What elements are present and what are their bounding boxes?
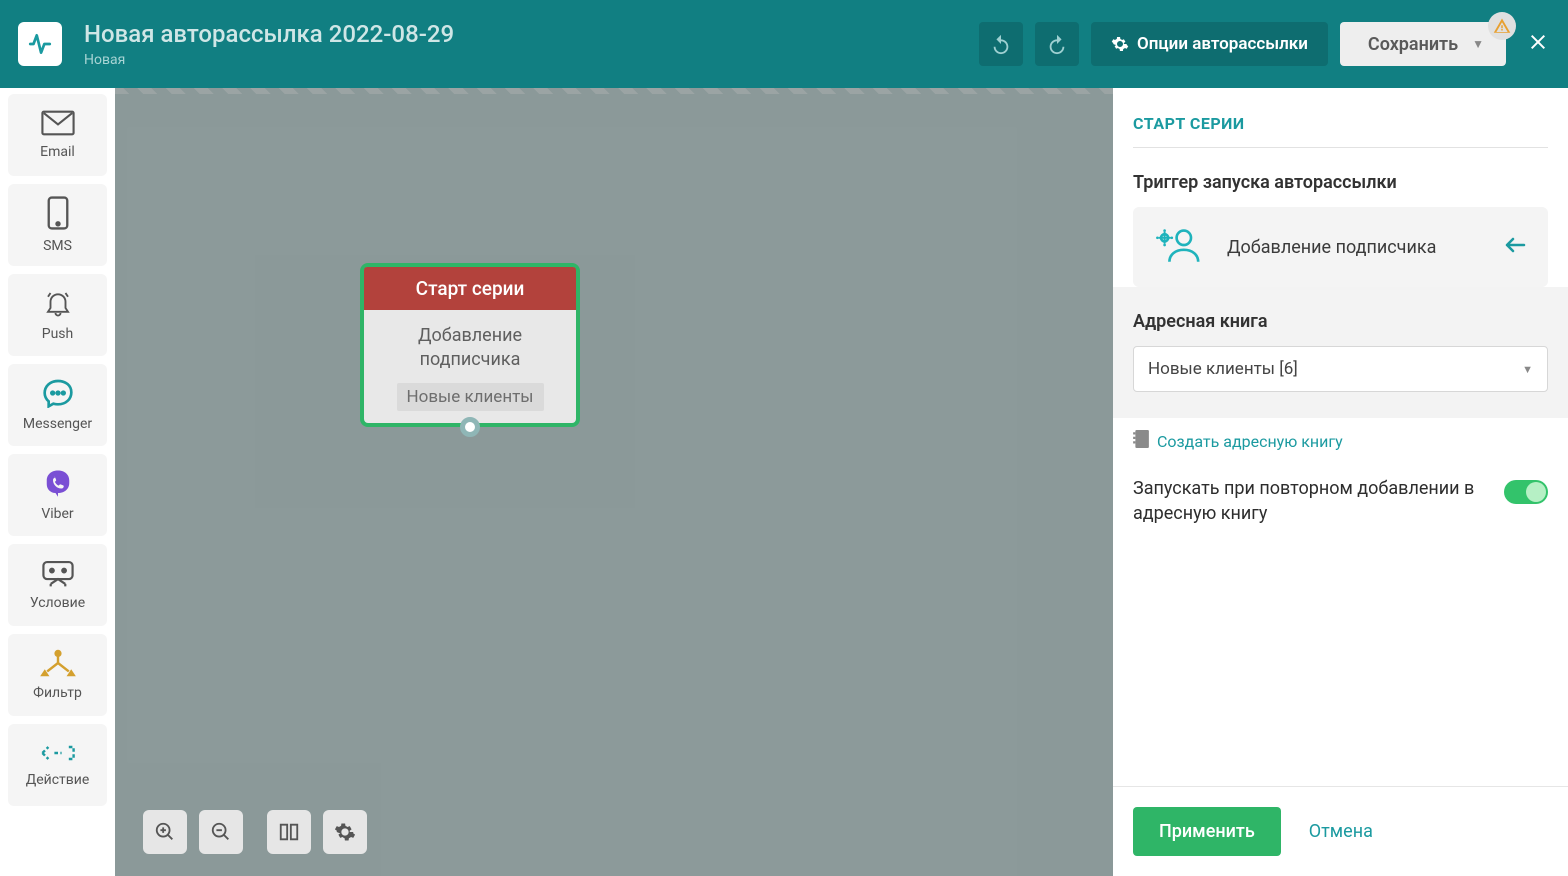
sidebar-item-label: Push <box>42 326 74 342</box>
options-label: Опции авторассылки <box>1137 34 1308 54</box>
panel-footer: Применить Отмена <box>1113 786 1568 876</box>
sidebar-item-viber[interactable]: Viber <box>8 454 107 536</box>
chevron-down-icon: ▼ <box>1472 37 1484 51</box>
app-logo <box>18 22 62 66</box>
sidebar-item-filter[interactable]: Фильтр <box>8 634 107 716</box>
save-button[interactable]: Сохранить ▼ <box>1340 22 1506 66</box>
action-icon <box>40 742 76 764</box>
zoom-in-button[interactable] <box>143 810 187 854</box>
page-title: Новая авторассылка 2022-08-29 <box>84 20 979 48</box>
redo-icon <box>1046 33 1068 55</box>
page-status: Новая <box>84 52 979 68</box>
repeat-toggle-row: Запускать при повторном добавлении в адр… <box>1133 476 1548 526</box>
zoom-out-button[interactable] <box>199 810 243 854</box>
flow-node-start[interactable]: Старт серии Добавление подписчика Новые … <box>360 263 580 427</box>
app-header: Новая авторассылка 2022-08-29 Новая Опци… <box>0 0 1568 88</box>
canvas-toolbar <box>143 810 367 854</box>
node-text-line1: Добавление <box>374 324 566 348</box>
trigger-value: Добавление подписчика <box>1227 237 1480 258</box>
repeat-toggle[interactable] <box>1504 480 1548 504</box>
viber-icon <box>43 468 73 498</box>
condition-icon <box>41 559 75 587</box>
close-button[interactable] <box>1526 28 1550 61</box>
node-text-line2: подписчика <box>374 348 566 372</box>
add-subscriber-icon <box>1155 225 1203 269</box>
sidebar-item-condition[interactable]: Условие <box>8 544 107 626</box>
library-button[interactable] <box>267 810 311 854</box>
node-body: Добавление подписчика Новые клиенты <box>364 310 576 423</box>
sidebar-item-messenger[interactable]: Messenger <box>8 364 107 446</box>
address-book-select[interactable]: Новые клиенты [6] ▼ <box>1133 346 1548 392</box>
settings-button[interactable] <box>323 810 367 854</box>
cancel-button[interactable]: Отмена <box>1309 821 1373 842</box>
property-panel: СТАРТ СЕРИИ Триггер запуска авторассылки… <box>1113 88 1568 876</box>
warning-badge <box>1488 12 1516 40</box>
chevron-down-icon: ▼ <box>1522 363 1533 376</box>
warning-icon <box>1493 17 1511 35</box>
gear-icon <box>334 821 356 843</box>
trigger-selector[interactable]: Добавление подписчика <box>1133 207 1548 287</box>
email-icon <box>41 110 75 136</box>
zoom-in-icon <box>154 821 176 843</box>
sidebar-item-label: Действие <box>26 772 90 788</box>
bell-icon <box>43 288 73 318</box>
node-output-port[interactable] <box>460 417 480 437</box>
book-icon <box>278 821 300 843</box>
filter-icon <box>40 649 76 677</box>
apply-button[interactable]: Применить <box>1133 807 1281 856</box>
create-book-label: Создать адресную книгу <box>1157 432 1343 451</box>
save-label: Сохранить <box>1368 34 1458 55</box>
undo-button[interactable] <box>979 22 1023 66</box>
sidebar-item-label: Viber <box>41 506 73 522</box>
phone-icon <box>47 196 69 230</box>
canvas-overlay <box>115 88 1113 876</box>
sidebar-item-label: Условие <box>30 595 85 611</box>
header-actions: Опции авторассылки Сохранить ▼ <box>979 22 1550 66</box>
arrow-back-icon <box>1504 235 1526 260</box>
zoom-out-icon <box>210 821 232 843</box>
sidebar-item-action[interactable]: Действие <box>8 724 107 806</box>
sidebar: Email SMS Push Messenger Viber Условие Ф… <box>0 88 115 876</box>
redo-button[interactable] <box>1035 22 1079 66</box>
undo-icon <box>990 33 1012 55</box>
sidebar-item-sms[interactable]: SMS <box>8 184 107 266</box>
trigger-section-label: Триггер запуска авторассылки <box>1133 172 1548 193</box>
sidebar-item-push[interactable]: Push <box>8 274 107 356</box>
title-block: Новая авторассылка 2022-08-29 Новая <box>84 20 979 68</box>
sidebar-item-label: Email <box>40 144 75 160</box>
messenger-icon <box>42 378 74 408</box>
sidebar-item-label: Messenger <box>23 416 92 432</box>
sidebar-item-label: Фильтр <box>33 685 82 701</box>
node-header: Старт серии <box>364 267 576 310</box>
address-book-value: Новые клиенты [6] <box>1148 359 1298 379</box>
create-book-link[interactable]: Создать адресную книгу <box>1133 430 1548 452</box>
addressbook-icon <box>1133 430 1149 452</box>
sidebar-item-label: SMS <box>43 238 72 254</box>
sidebar-item-email[interactable]: Email <box>8 94 107 176</box>
pulse-icon <box>27 31 53 57</box>
gear-icon <box>1111 35 1129 53</box>
node-tag: Новые клиенты <box>397 383 544 411</box>
options-button[interactable]: Опции авторассылки <box>1091 22 1328 66</box>
canvas[interactable]: Старт серии Добавление подписчика Новые … <box>115 88 1113 876</box>
address-book-label: Адресная книга <box>1133 311 1548 332</box>
repeat-toggle-label: Запускать при повторном добавлении в адр… <box>1133 476 1484 526</box>
close-icon <box>1526 30 1550 54</box>
panel-heading: СТАРТ СЕРИИ <box>1133 114 1548 148</box>
